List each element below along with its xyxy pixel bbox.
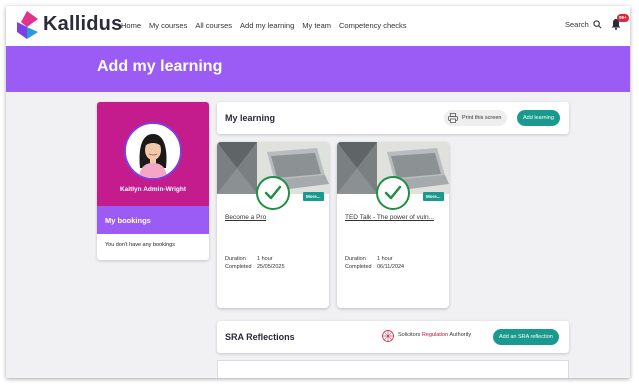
kallidus-logo-icon[interactable] — [15, 10, 39, 40]
course-title-link[interactable]: TED Talk - The power of vuln... — [345, 214, 434, 221]
add-sra-reflection-button[interactable]: Add an SRA reflection — [493, 329, 559, 345]
nav-my-courses[interactable]: My courses — [149, 21, 187, 30]
add-sra-reflection-label: Add an SRA reflection — [499, 334, 553, 340]
profile-name: Kaitlyn Admin-Wright — [119, 186, 187, 193]
completed-value: 06/11/2024 — [377, 264, 405, 270]
sra-word-regulation: Regulation — [421, 332, 449, 338]
nav-my-team[interactable]: My team — [302, 21, 331, 30]
duration-row: Duration 1 hour — [225, 256, 273, 262]
main-nav: Home My courses All courses Add my learn… — [121, 21, 407, 30]
duration-value: 1 hour — [257, 256, 273, 262]
completed-value: 25/05/2025 — [257, 264, 285, 270]
nav-all-courses[interactable]: All courses — [195, 21, 232, 30]
nav-competency-checks[interactable]: Competency checks — [339, 21, 407, 30]
course-card[interactable]: More... Become a Pro Duration 1 hour Comp… — [217, 142, 329, 308]
more-button[interactable]: More... — [423, 192, 444, 201]
completed-label: Completed — [225, 264, 252, 270]
duration-row: Duration 1 hour — [345, 256, 393, 262]
course-title-link[interactable]: Become a Pro — [225, 214, 266, 221]
duration-label: Duration — [345, 256, 366, 262]
duration-label: Duration — [225, 256, 246, 262]
print-screen-button[interactable]: Print this screen — [444, 110, 508, 126]
nav-add-my-learning[interactable]: Add my learning — [240, 21, 294, 30]
sra-logo-text: Solicitors Regulation Authority — [398, 332, 471, 338]
profile-header: Kaitlyn Admin-Wright — [97, 102, 209, 206]
course-card[interactable]: More... TED Talk - The power of vuln... … — [337, 142, 449, 308]
printer-icon — [448, 113, 458, 123]
app-window: Kallidus Home My courses All courses Add… — [6, 6, 630, 378]
sra-reflections-header: SRA Reflections Solicitors Regulation Au… — [217, 321, 569, 353]
sra-reflections-body — [217, 360, 569, 378]
search-label: Search — [565, 20, 589, 29]
duration-value: 1 hour — [377, 256, 393, 262]
avatar-illustration — [126, 124, 180, 178]
completed-row: Completed 06/11/2024 — [345, 264, 404, 270]
completed-check-icon — [376, 176, 410, 210]
sra-title: SRA Reflections — [225, 332, 295, 342]
completed-check-icon — [256, 176, 290, 210]
page-banner: Add my learning — [6, 46, 630, 92]
completed-label: Completed — [345, 264, 372, 270]
profile-card: Kaitlyn Admin-Wright My bookings You don… — [97, 102, 209, 260]
add-learning-button[interactable]: Add learning — [517, 110, 560, 126]
notification-badge: 99+ — [617, 14, 629, 22]
sra-word-authority: Authority — [449, 332, 472, 338]
no-bookings-text: You don't have any bookings — [105, 242, 175, 248]
nav-home[interactable]: Home — [121, 21, 141, 30]
print-screen-label: Print this screen — [462, 115, 502, 121]
my-bookings-header[interactable]: My bookings — [97, 206, 209, 234]
completed-row: Completed 25/05/2025 — [225, 264, 285, 270]
avatar — [124, 122, 182, 180]
my-bookings-label: My bookings — [105, 216, 151, 225]
more-button[interactable]: More... — [303, 192, 324, 201]
sra-word-solicitors: Solicitors — [398, 332, 421, 338]
my-learning-title: My learning — [225, 113, 276, 123]
brand-name[interactable]: Kallidus — [43, 13, 122, 36]
my-learning-header: My learning Print this screen Add learni… — [217, 102, 569, 134]
add-learning-label: Add learning — [523, 115, 554, 121]
search-button[interactable]: Search — [565, 20, 602, 29]
sra-logo-icon — [382, 330, 394, 342]
search-icon — [593, 20, 602, 29]
top-navigation: Kallidus Home My courses All courses Add… — [6, 6, 630, 46]
page-title: Add my learning — [97, 58, 223, 75]
